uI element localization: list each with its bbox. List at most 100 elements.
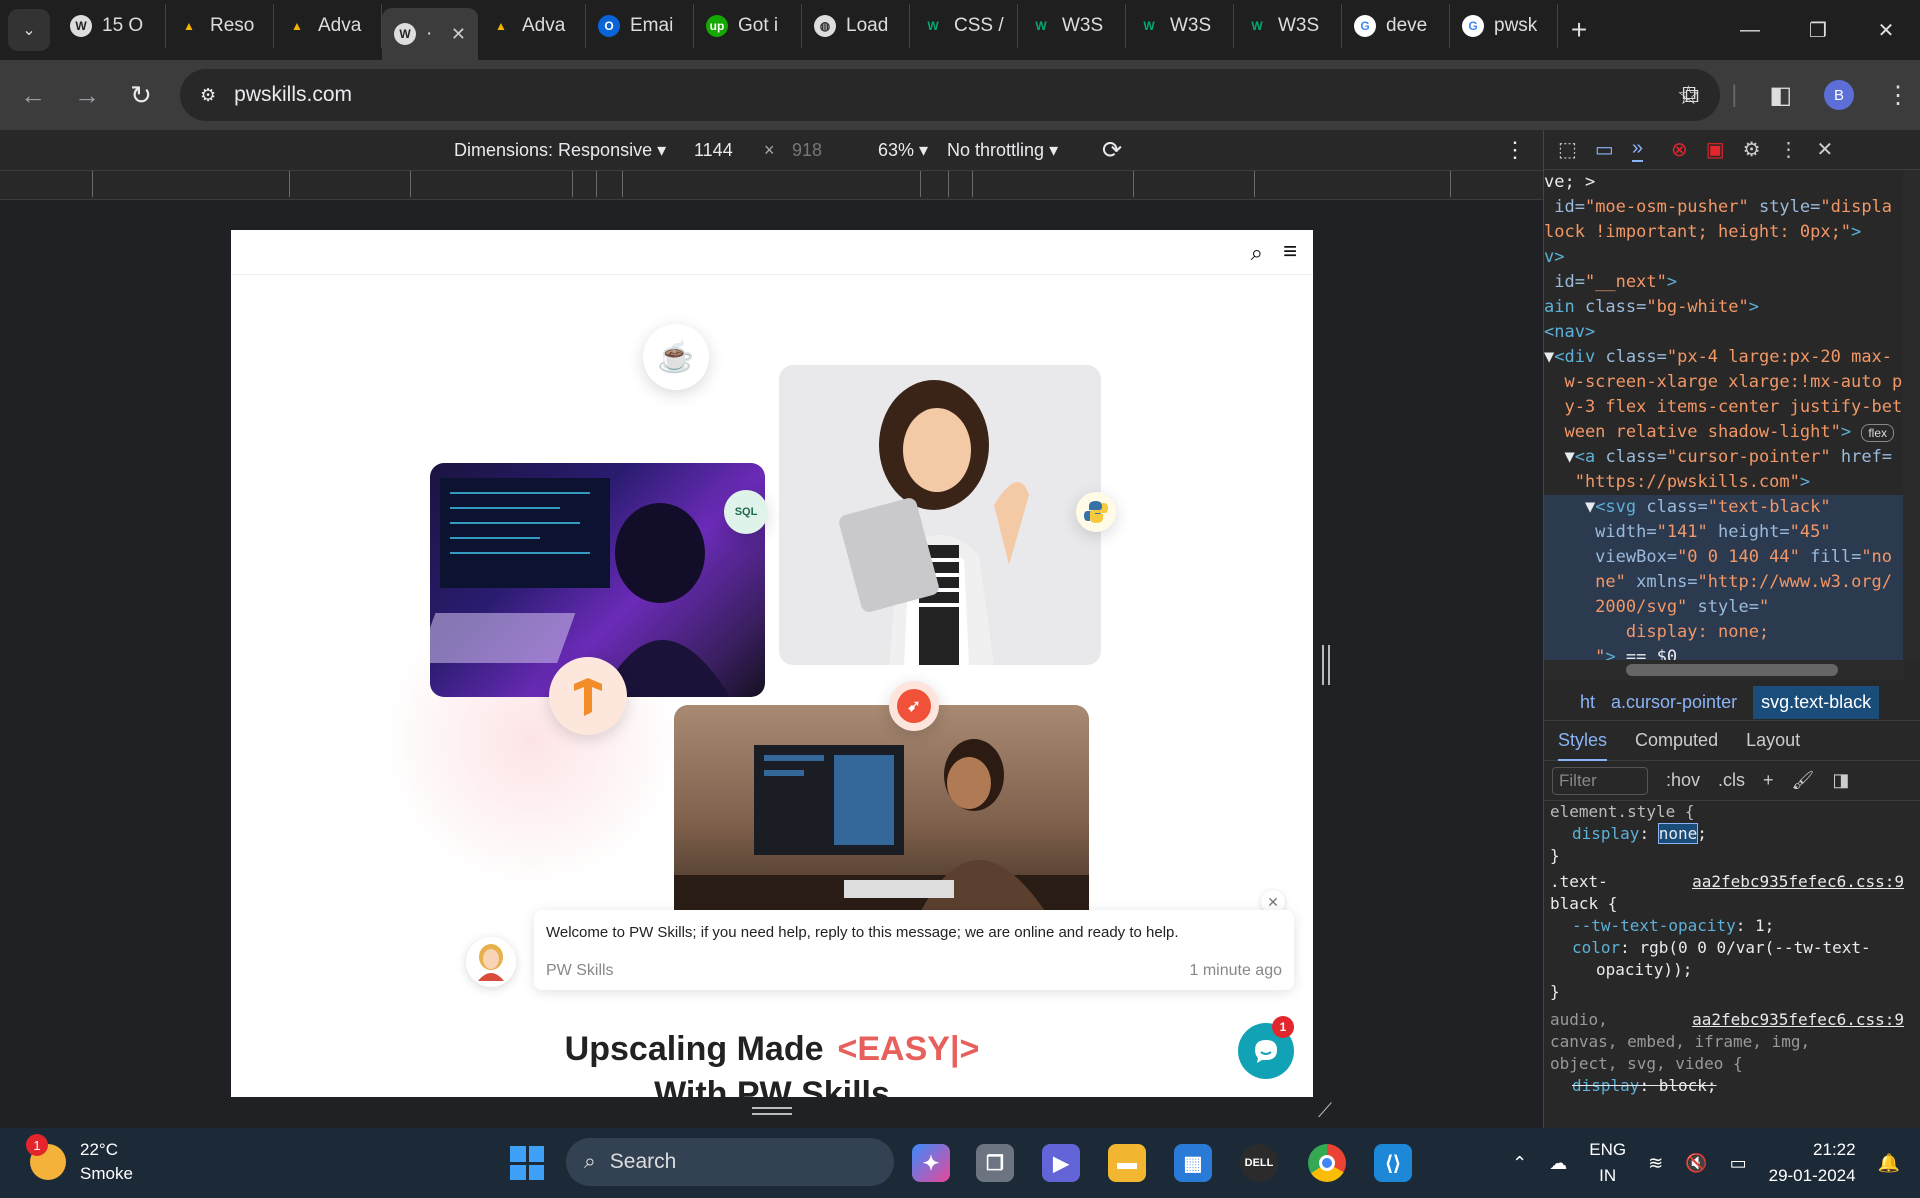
side-panel-icon[interactable]: ◧ — [1769, 81, 1792, 110]
css-source-link[interactable]: aa2febc935fefec6.css:9 — [1692, 871, 1904, 893]
site-info-icon[interactable]: ⚙ — [200, 85, 216, 106]
dom-node-line[interactable]: ▼<div class="px-4 large:px-20 max- — [1544, 345, 1904, 370]
microsoft-store-icon[interactable]: ▦ — [1174, 1144, 1212, 1182]
dom-node-line[interactable]: lock !important; height: 0px;"> — [1544, 220, 1904, 245]
rule-display-none[interactable]: display: none; — [1550, 823, 1904, 845]
tab-search-button[interactable]: ⌄ — [8, 9, 50, 51]
hamburger-menu-icon[interactable]: ≡ — [1283, 238, 1297, 266]
speaker-muted-icon[interactable]: 🔇 — [1685, 1153, 1707, 1174]
new-tab-button[interactable]: + — [1558, 14, 1600, 46]
dom-node-line[interactable]: ▼<svg class="text-black" — [1544, 495, 1904, 520]
browser-tab[interactable]: ▲ Adva — [478, 4, 586, 48]
dom-node-line[interactable]: ve; > — [1544, 170, 1904, 195]
start-button[interactable] — [510, 1146, 544, 1180]
subtab-computed[interactable]: Computed — [1635, 730, 1718, 751]
dom-node-line[interactable]: "https://pwskills.com"> — [1544, 470, 1904, 495]
device-more-icon[interactable]: ⋮ — [1504, 137, 1526, 163]
dom-node-line[interactable]: viewBox="0 0 140 44" fill="no — [1544, 545, 1904, 570]
breadcrumb-item[interactable]: svg.text-black — [1753, 686, 1880, 719]
dom-node-line[interactable]: w-screen-xlarge xlarge:!mx-auto p — [1544, 370, 1904, 395]
dom-node-line[interactable]: ne" xmlns="http://www.w3.org/ — [1544, 570, 1904, 595]
file-explorer-icon[interactable]: ▬ — [1108, 1144, 1146, 1182]
browser-tab[interactable]: W CSS / — [910, 4, 1018, 48]
close-tab-icon[interactable]: ✕ — [451, 24, 466, 45]
rotate-icon[interactable]: ⟳ — [1102, 136, 1122, 165]
devtools-more-icon[interactable]: ⋮ — [1779, 137, 1799, 162]
more-menu-icon[interactable]: ⋮ — [1886, 81, 1910, 110]
dom-node-line[interactable]: ween relative shadow-light"> flex — [1544, 420, 1904, 445]
dom-node-line[interactable]: y-3 flex items-center justify-bet — [1544, 395, 1904, 420]
rule-tw-opacity[interactable]: --tw-text-opacity: 1; — [1550, 915, 1904, 937]
chrome-icon[interactable] — [1308, 1144, 1346, 1182]
dom-node-line[interactable]: id="moe-osm-pusher" style="displa — [1544, 195, 1904, 220]
close-window-button[interactable]: ✕ — [1852, 0, 1920, 60]
browser-tab[interactable]: W W3S — [1018, 4, 1126, 48]
task-view-icon[interactable]: ❐ — [976, 1144, 1014, 1182]
dom-node-line[interactable]: display: none; — [1544, 620, 1904, 645]
breadcrumb-item[interactable]: ht — [1580, 692, 1595, 713]
browser-tab[interactable]: W · ✕ — [382, 8, 478, 60]
browser-tab[interactable]: ▲ Adva — [274, 4, 382, 48]
hov-toggle[interactable]: :hov — [1666, 770, 1700, 791]
weather-widget[interactable]: 1 22°C Smoke — [26, 1134, 133, 1186]
throttling-dropdown[interactable]: No throttling ▾ — [947, 140, 1058, 161]
browser-tab[interactable]: Gpwsk — [1450, 4, 1558, 48]
width-input[interactable]: 1144 — [694, 140, 733, 161]
search-icon[interactable]: ⌕ — [1251, 240, 1263, 266]
dom-node-line[interactable]: v> — [1544, 245, 1904, 270]
flex-badge[interactable]: flex — [1861, 424, 1894, 442]
battery-icon[interactable]: ▭ — [1730, 1153, 1747, 1174]
rule-color[interactable]: color: rgb(0 0 0/var(--tw-text- — [1550, 937, 1904, 959]
chevron-up-icon[interactable]: ⌃ — [1512, 1153, 1527, 1174]
devtools-settings-icon[interactable]: ⚙ — [1743, 137, 1761, 162]
browser-tab[interactable]: W W3S — [1234, 4, 1342, 48]
dom-node-line[interactable]: ▼<a class="cursor-pointer" href= — [1544, 445, 1904, 470]
copilot-icon[interactable]: ✦ — [912, 1144, 950, 1182]
viewport-corner-handle[interactable]: ⟋ — [1318, 1100, 1332, 1123]
browser-tab[interactable]: W W3S — [1126, 4, 1234, 48]
dom-node-line[interactable]: <nav> — [1544, 320, 1904, 345]
dom-node-line[interactable]: ain class="bg-white"> — [1544, 295, 1904, 320]
back-button[interactable]: ← — [6, 80, 60, 111]
inspect-element-icon[interactable]: ⬚ — [1558, 137, 1577, 162]
restore-button[interactable]: ❐ — [1784, 0, 1852, 60]
browser-tab[interactable]: ◍ Load — [802, 4, 910, 48]
browser-tab[interactable]: Gdeve — [1342, 4, 1450, 48]
language-indicator[interactable]: ENG IN — [1589, 1137, 1626, 1189]
wifi-icon[interactable]: ≋ — [1648, 1153, 1663, 1174]
cls-toggle[interactable]: .cls — [1718, 770, 1745, 791]
height-input[interactable]: 918 — [792, 140, 822, 161]
rule-display-block[interactable]: display: block; — [1550, 1075, 1904, 1097]
address-bar[interactable]: ⚙ pwskills.com ☆ — [180, 69, 1720, 121]
clock[interactable]: 21:22 29-01-2024 — [1769, 1137, 1856, 1189]
error-count-icon[interactable]: ⊗ — [1671, 137, 1688, 162]
extensions-icon[interactable]: ⧉ — [1682, 81, 1699, 109]
teams-icon[interactable]: ▶ — [1042, 1144, 1080, 1182]
devtools-close-icon[interactable]: ✕ — [1817, 137, 1834, 162]
subtab-styles[interactable]: Styles — [1558, 730, 1608, 761]
dimensions-dropdown[interactable]: Dimensions: Responsive ▾ — [454, 140, 666, 161]
notification-bell-icon[interactable]: 🔔 — [1878, 1153, 1900, 1174]
browser-tab[interactable]: ▲ Reso — [166, 4, 274, 48]
browser-tab[interactable]: W 15 O — [58, 4, 166, 48]
onedrive-icon[interactable]: ☁ — [1549, 1153, 1567, 1174]
dom-node-line[interactable]: id="__next"> — [1544, 270, 1904, 295]
value-none[interactable]: none — [1657, 823, 1699, 844]
chat-welcome-message[interactable]: Welcome to PW Skills; if you need help, … — [534, 910, 1294, 990]
css-source-link-2[interactable]: aa2febc935fefec6.css:9 — [1692, 1009, 1904, 1031]
issues-icon[interactable]: ▣ — [1706, 137, 1725, 162]
viewport-height-handle[interactable] — [752, 1107, 792, 1115]
breadcrumb-item[interactable]: a.cursor-pointer — [1611, 692, 1737, 713]
reload-button[interactable]: ↻ — [114, 80, 168, 111]
viewport-width-handle[interactable] — [1322, 645, 1330, 685]
elements-vertical-scrollbar[interactable] — [1903, 170, 1920, 660]
more-panels-icon[interactable]: » — [1631, 137, 1643, 162]
profile-avatar[interactable]: B — [1824, 80, 1854, 110]
taskbar-search[interactable]: ⌕ Search — [566, 1138, 894, 1186]
dom-node-line[interactable]: "> == $0 — [1544, 645, 1904, 660]
dom-node-line[interactable]: 2000/svg" style=" — [1544, 595, 1904, 620]
elements-horizontal-scrollbar[interactable] — [1544, 660, 1904, 680]
zoom-dropdown[interactable]: 63% ▾ — [878, 140, 928, 161]
forward-button[interactable]: → — [60, 80, 114, 111]
styles-filter-input[interactable]: Filter — [1552, 766, 1648, 795]
